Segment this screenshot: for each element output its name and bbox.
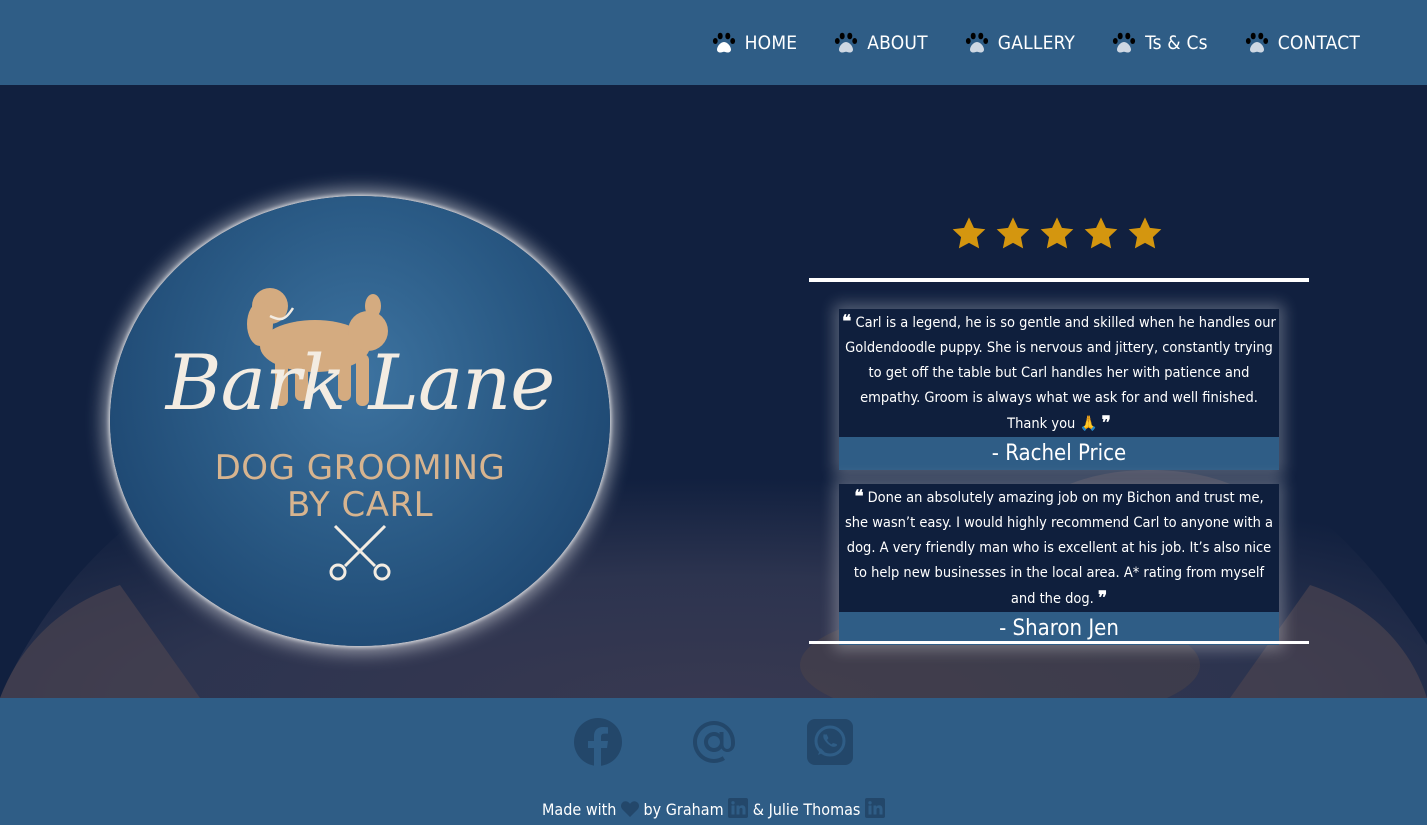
open-quote-icon: ❝ [854, 487, 864, 507]
nav-label: Ts & Cs [1145, 31, 1208, 54]
review-card: ❝ Carl is a legend, he is so gentle and … [839, 309, 1279, 470]
star-rating [950, 215, 1164, 253]
review-author: - Rachel Price [839, 437, 1279, 470]
made-with-text: Made with [542, 800, 617, 819]
whatsapp-icon[interactable] [806, 718, 854, 766]
review-text: Done an absolutely amazing job on my Bic… [844, 490, 1274, 607]
main-navigation: HOME ABOUT GALLERY Ts & Cs CONTACT [0, 0, 1427, 85]
review-quote: ❝ Done an absolutely amazing job on my B… [839, 484, 1279, 612]
divider [809, 278, 1309, 282]
review-quote: ❝ Carl is a legend, he is so gentle and … [839, 309, 1279, 437]
facebook-icon[interactable] [573, 718, 622, 766]
nav-item-contact[interactable]: CONTACT [1245, 32, 1360, 54]
star-icon [1084, 217, 1118, 249]
paw-icon [712, 32, 735, 52]
logo-subtitle: DOG GROOMING [214, 448, 506, 488]
star-icon [952, 217, 986, 249]
divider [809, 641, 1309, 644]
paw-icon [965, 32, 988, 52]
nav-label: GALLERY [997, 31, 1076, 54]
star-icon [1040, 217, 1074, 249]
credit-name-1: by Graham [643, 800, 724, 819]
footer: Made with by Graham & Julie Thomas [0, 698, 1427, 825]
linkedin-icon[interactable] [728, 798, 749, 818]
credits: Made with by Graham & Julie Thomas [0, 798, 1427, 819]
linkedin-icon[interactable] [865, 798, 885, 818]
close-quote-icon: ❞ [1101, 413, 1111, 433]
hero-section: Bark Lane DOG GROOMING BY CARL ❝ Carl is… [0, 85, 1427, 698]
scissors-icon [329, 524, 391, 581]
paw-icon [1112, 32, 1136, 52]
paw-icon [1245, 32, 1268, 52]
at-sign-icon[interactable] [690, 718, 738, 766]
heart-icon [620, 801, 639, 817]
nav-item-gallery[interactable]: GALLERY [965, 32, 1075, 54]
close-quote-icon: ❞ [1097, 588, 1108, 608]
nav-label: CONTACT [1277, 31, 1360, 54]
logo-title: Bark Lane [165, 338, 555, 427]
paw-icon [835, 32, 858, 52]
logo-badge: Bark Lane DOG GROOMING BY CARL [110, 196, 610, 646]
review-text: Carl is a legend, he is so gentle and sk… [845, 315, 1276, 432]
credit-name-2: & Julie Thomas [752, 800, 861, 819]
logo-subtitle-2: BY CARL [286, 485, 434, 525]
nav-label: ABOUT [867, 31, 928, 54]
review-card: ❝ Done an absolutely amazing job on my B… [839, 484, 1279, 645]
nav-label: HOME [744, 31, 798, 54]
nav-item-about[interactable]: ABOUT [834, 32, 928, 54]
nav-item-home[interactable]: HOME [712, 32, 798, 54]
star-icon [996, 217, 1030, 249]
social-links [0, 718, 1427, 766]
open-quote-icon: ❝ [842, 312, 852, 332]
nav-item-terms[interactable]: Ts & Cs [1112, 32, 1208, 54]
star-icon [1128, 217, 1162, 249]
